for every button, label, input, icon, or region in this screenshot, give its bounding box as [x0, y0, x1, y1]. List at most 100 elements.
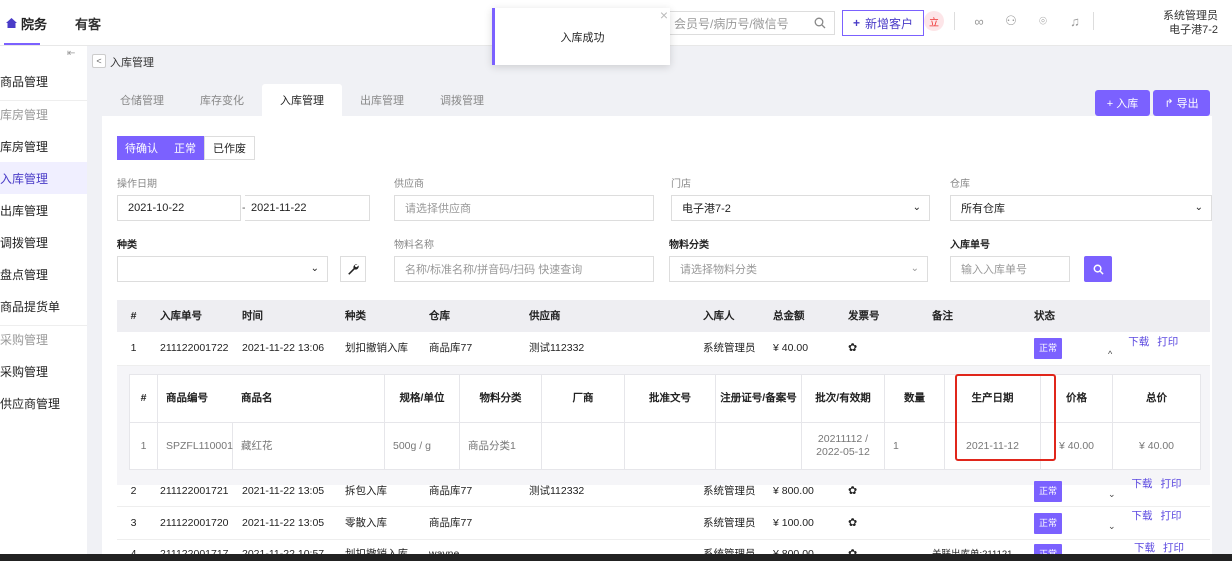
divider [1093, 12, 1094, 30]
back-button[interactable]: < [92, 54, 106, 68]
store-label: 门店 [671, 179, 691, 190]
gear-icon[interactable]: ✿ [838, 476, 922, 506]
supplier-select[interactable]: 请选择供应商 [394, 195, 654, 221]
kind-select[interactable]: ⌄ [117, 256, 328, 282]
print-link[interactable]: 打印 [1161, 510, 1182, 523]
export-button[interactable]: ↱ 导出 [1153, 90, 1210, 116]
user-group-icon[interactable]: ⚇ [1003, 13, 1019, 29]
warehouse-value: 所有仓库 [961, 203, 1005, 215]
sidebar-item-transfer[interactable]: 调拨管理 [0, 226, 87, 258]
camera-icon[interactable]: ⌾ [1035, 13, 1051, 29]
add-customer-button[interactable]: + 新增客户 [842, 10, 925, 36]
table-row[interactable]: 3 211122001720 2021-11-22 13:05 零散入库 商品库… [117, 507, 1210, 540]
user-menu[interactable]: 系统管理员 电子港7-2 [1163, 9, 1218, 37]
gear-icon[interactable]: ✿ [838, 507, 922, 539]
dcol-code: 商品编号 [166, 392, 208, 404]
col-no: # [130, 309, 137, 322]
close-icon[interactable]: × [660, 7, 668, 23]
wrench-icon[interactable] [340, 256, 366, 282]
dcol-spec: 规格/单位 [385, 375, 460, 422]
nav-home-label: 院务 [21, 16, 48, 32]
download-link[interactable]: 下载 [1128, 336, 1149, 349]
status-voided[interactable]: 已作废 [204, 136, 255, 160]
sidebar-item-pickup[interactable]: 商品提货单 [0, 290, 87, 322]
store-select[interactable]: 电子港7-2 ⌄ [671, 195, 930, 221]
date-label: 操作日期 [117, 179, 157, 190]
print-link[interactable]: 打印 [1161, 478, 1182, 491]
row-person: 系统管理员 [703, 484, 756, 497]
collapse-sidebar-icon[interactable]: ⇤ [67, 48, 75, 59]
member-search-input[interactable]: 会员号/病历号/微信号 [667, 11, 835, 35]
sidebar-item-stocktake[interactable]: 盘点管理 [0, 258, 87, 290]
search-icon[interactable] [814, 17, 826, 29]
date-from-input[interactable]: 2021-10-22 [117, 195, 241, 221]
sidebar-group-warehouse: 库房管理 [0, 107, 49, 122]
tab-outbound[interactable]: 出库管理 [342, 84, 422, 116]
table-row[interactable]: 1 211122001722 2021-11-22 13:06 划扣撤销入库 商… [117, 332, 1210, 366]
expand-row-icon[interactable]: ⌄ [1108, 488, 1116, 501]
row-status: 正常 [1024, 332, 1098, 365]
row-actions: ⌄ 下载 打印 [1098, 476, 1200, 506]
sidebar-group-purchase: 采购管理 [0, 332, 49, 347]
row-supplier: 测试112332 [529, 484, 585, 497]
status-pending[interactable]: 待确认 [117, 136, 166, 160]
expand-row-icon[interactable]: ⌄ [1108, 520, 1116, 533]
row-warehouse: 商品库77 [429, 484, 473, 497]
order-label: 入库单号 [950, 240, 990, 251]
tab-inbound[interactable]: 入库管理 [262, 84, 342, 116]
nav-customers[interactable]: 有客 [75, 0, 101, 46]
bell-icon[interactable]: ♫ [1067, 13, 1083, 29]
print-link[interactable]: 打印 [1157, 336, 1178, 349]
table-row[interactable]: 2 211122001721 2021-11-22 13:05 拆包入库 商品库… [117, 476, 1210, 507]
date-to-input[interactable]: 2021-11-22 [245, 195, 370, 221]
nav-home[interactable]: 院务 [6, 0, 47, 46]
category-placeholder: 请选择物料分类 [680, 264, 757, 276]
sidebar-item-supplier[interactable]: 供应商管理 [0, 387, 87, 419]
tab-transfer[interactable]: 调拨管理 [422, 84, 502, 116]
search-button[interactable] [1084, 256, 1112, 282]
notice-badge-icon[interactable]: 立 [924, 11, 944, 31]
search-icon [1093, 264, 1104, 275]
dcell-code: SPZFL110001 [158, 423, 233, 469]
gear-icon[interactable]: ✿ [838, 332, 922, 365]
sidebar-item-purchase[interactable]: 采购管理 [0, 355, 87, 387]
chevron-down-icon: ⌄ [912, 202, 921, 213]
row-time: 2021-11-22 13:06 [242, 342, 325, 354]
add-inbound-button[interactable]: + 入库 [1095, 90, 1150, 116]
sidebar-item-goods[interactable]: 商品管理 [0, 65, 87, 97]
collapse-row-icon[interactable]: ^ [1108, 348, 1112, 361]
tab-storage[interactable]: 仓储管理 [102, 84, 182, 116]
download-link[interactable]: 下载 [1132, 510, 1153, 523]
row-supplier: 测试112332 [529, 342, 585, 354]
order-number-input[interactable]: 输入入库单号 [950, 256, 1070, 282]
col-amount: 总金额 [773, 309, 805, 322]
sidebar-item-outbound[interactable]: 出库管理 [0, 194, 87, 226]
status-badge: 正常 [1034, 512, 1063, 534]
warehouse-select[interactable]: 所有仓库 ⌄ [950, 195, 1212, 221]
dcol-name: 商品名 [233, 375, 385, 422]
material-search-input[interactable]: 名称/标准名称/拼音码/扫码 快速查询 [394, 256, 654, 282]
col-order: 入库单号 [160, 309, 202, 322]
row-kind: 划扣撤销入库 [345, 342, 408, 354]
tab-bar: 仓储管理 库存变化 入库管理 出库管理 调拨管理 [102, 84, 502, 116]
breadcrumb: 入库管理 [110, 57, 154, 69]
row-warehouse: 商品库77 [429, 516, 473, 529]
status-normal[interactable]: 正常 [166, 136, 204, 160]
tab-stock-change[interactable]: 库存变化 [182, 84, 262, 116]
dcell-qty: 1 [885, 423, 945, 469]
row-order: 211122001721 [160, 484, 229, 497]
download-link[interactable]: 下载 [1132, 478, 1153, 491]
add-customer-label: 新增客户 [865, 16, 914, 31]
row-status: 正常 [1024, 476, 1098, 506]
sidebar-item-inbound[interactable]: 入库管理 [0, 162, 87, 194]
divider [954, 12, 955, 30]
sidebar-item-warehouse[interactable]: 库房管理 [0, 130, 87, 162]
row-status: 正常 [1024, 507, 1098, 539]
row-amount: ¥ 100.00 [773, 516, 814, 529]
category-select[interactable]: 请选择物料分类 ⌄ [669, 256, 928, 282]
material-label: 物料名称 [394, 240, 434, 251]
link-icon[interactable]: ∞ [971, 13, 987, 29]
dcell-category: 商品分类1 [460, 423, 542, 469]
row-order: 211122001722 [160, 342, 229, 354]
dcol-category: 物料分类 [460, 375, 542, 422]
